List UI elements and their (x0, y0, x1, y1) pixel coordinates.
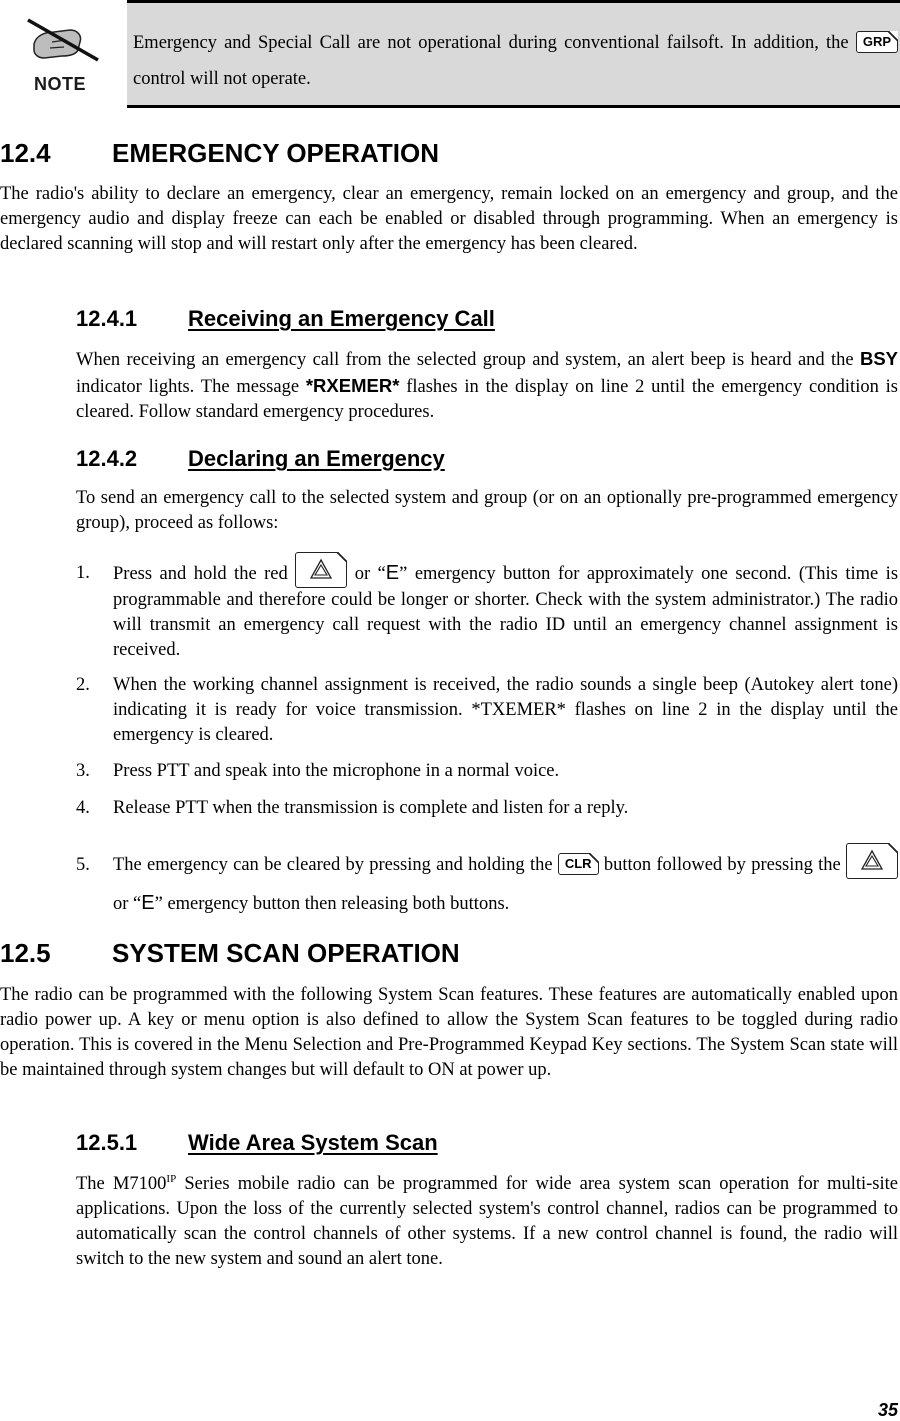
body-text: When receiving an emergency call from th… (76, 350, 854, 370)
list-number: 3. (76, 761, 90, 781)
note-text: Emergency and Special Call are not opera… (133, 25, 899, 97)
list-number: 2. (76, 675, 90, 695)
grp-key-icon: GRP (855, 30, 899, 53)
step-text: ” (154, 894, 163, 914)
page-number: 35 (877, 1400, 898, 1420)
list-text: When the working channel assignment is r… (113, 675, 898, 745)
step-text: ” (399, 564, 408, 584)
step-text: button followed by pressing the (603, 855, 841, 875)
section-title: Receiving an Emergency Call (188, 306, 495, 331)
hazard-triangle-icon (860, 849, 884, 870)
list-item: 2. When the working channel assignment i… (76, 673, 898, 748)
section-number: 12.5 (0, 938, 51, 968)
section-number: 12.5.1 (76, 1130, 138, 1155)
list-text: Press and hold the red or “E” emergency … (113, 551, 898, 663)
list-text: Release PTT when the transmission is com… (113, 798, 629, 818)
section-12-4-1-body: When receiving an emergency call from th… (76, 346, 898, 425)
section-12-5-1-body: The M7100IP Series mobile radio can be p… (76, 1172, 898, 1272)
key-corner (588, 852, 599, 863)
section-heading-12-5: 12.5 SYSTEM SCAN OPERATION (0, 938, 460, 969)
rxemer-message-text: *RXEMER* (305, 375, 400, 396)
model-superscript: IP (166, 1172, 177, 1185)
list-text: Press PTT and speak into the microphone … (113, 761, 560, 781)
key-corner (888, 842, 899, 853)
section-heading-12-5-1: 12.5.1 Wide Area System Scan (76, 1130, 438, 1156)
list-item: 5. The emergency can be cleared by press… (76, 842, 899, 923)
emergency-key-icon (295, 551, 348, 588)
clr-key-label: CLR (564, 855, 592, 871)
model-name: M7100 (112, 1174, 167, 1194)
section-heading-12-4: 12.4 EMERGENCY OPERATION (0, 138, 439, 169)
list-text: The emergency can be cleared by pressing… (113, 842, 899, 923)
list-item: 1. Press and hold the red or “E” emergen… (76, 551, 898, 663)
section-title: Wide Area System Scan (188, 1130, 438, 1155)
note-label: NOTE (34, 74, 87, 94)
section-heading-12-4-2: 12.4.2 Declaring an Emergency (76, 446, 445, 472)
grp-key-label: GRP (862, 33, 892, 49)
step-text: or “ (113, 894, 142, 914)
key-corner (337, 551, 348, 562)
list-number: 1. (76, 563, 90, 583)
body-text: indicator lights. The message (76, 377, 300, 397)
body-text: Series mobile radio can be programmed fo… (76, 1174, 898, 1269)
section-12-5-body: The radio can be programmed with the fol… (0, 985, 898, 1080)
step-text: Press and hold the red (113, 564, 288, 584)
section-number: 12.4.2 (76, 446, 138, 471)
section-number: 12.4.1 (76, 306, 138, 331)
note-text-part: Emergency and Special Call are not opera… (133, 33, 849, 53)
body-text: The (76, 1174, 105, 1194)
clr-key-icon: CLR (557, 852, 599, 875)
list-item: 3. Press PTT and speak into the micropho… (76, 759, 898, 784)
e-key-glyph: E (141, 892, 155, 914)
section-12-4-2-intro: To send an emergency call to the selecte… (76, 488, 898, 533)
list-number: 4. (76, 798, 90, 818)
section-12-4-body: The radio's ability to declare an emerge… (0, 184, 898, 254)
key-corner (888, 30, 899, 41)
emergency-key-icon (846, 842, 899, 879)
section-title: SYSTEM SCAN OPERATION (112, 938, 460, 968)
section-title: EMERGENCY OPERATION (112, 138, 439, 168)
list-number: 5. (76, 855, 90, 875)
step-text: The emergency can be cleared by pressing… (113, 855, 553, 875)
note-text-part: control will not operate. (133, 69, 311, 89)
section-number: 12.4 (0, 138, 51, 168)
bsy-indicator-text: BSY (859, 348, 899, 369)
list-item: 4. Release PTT when the transmission is … (76, 796, 898, 821)
step-text: emergency button then releasing both but… (167, 894, 510, 914)
hazard-triangle-icon (310, 558, 333, 579)
e-key-glyph: E (385, 562, 400, 584)
note-callout: Emergency and Special Call are not opera… (127, 0, 900, 108)
step-text: or “ (354, 564, 386, 584)
section-heading-12-4-1: 12.4.1 Receiving an Emergency Call (76, 306, 495, 332)
section-title: Declaring an Emergency (188, 446, 445, 471)
